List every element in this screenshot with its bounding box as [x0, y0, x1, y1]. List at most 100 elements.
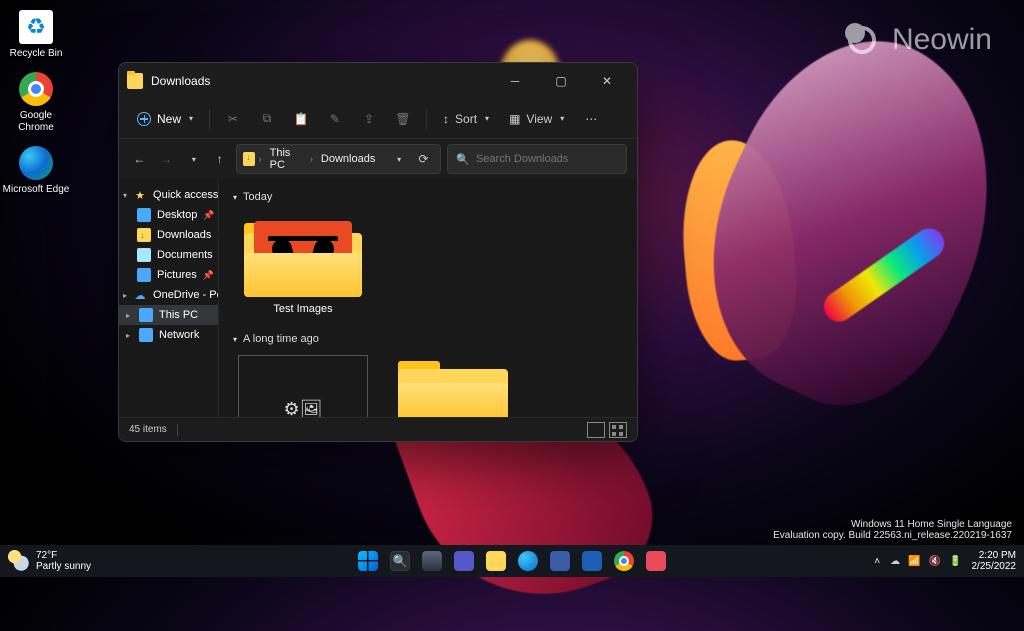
chevron-down-icon: ▾ — [123, 191, 127, 200]
sidebar-quick-access[interactable]: ▾ ★ Quick access — [119, 185, 218, 205]
sidebar-this-pc[interactable]: ▸This PC — [119, 305, 218, 325]
chevron-down-icon: ▾ — [233, 335, 237, 344]
chat-button[interactable] — [450, 547, 478, 575]
file-item[interactable]: ⚙🖼 — [233, 355, 373, 417]
copy-button[interactable]: ⧉ — [252, 104, 282, 134]
weather-widget[interactable]: 72°F Partly sunny — [8, 550, 91, 572]
chevron-down-icon: ▾ — [189, 114, 193, 123]
task-view-button[interactable] — [418, 547, 446, 575]
forward-button[interactable]: → — [156, 146, 177, 172]
plus-icon — [137, 112, 151, 126]
edge-button[interactable] — [514, 547, 542, 575]
build-line: Windows 11 Home Single Language — [773, 519, 1012, 530]
breadcrumb[interactable]: Downloads — [317, 151, 379, 167]
sort-label: Sort — [455, 112, 477, 126]
store-icon — [582, 551, 602, 571]
new-button[interactable]: New ▾ — [129, 108, 201, 130]
star-icon: ★ — [133, 188, 147, 202]
file-name: Test Images — [233, 303, 373, 315]
sidebar-label: Pictures — [157, 269, 197, 281]
desktop-icon-chrome[interactable]: Google Chrome — [0, 66, 72, 140]
desktop-icon-recycle-bin[interactable]: Recycle Bin — [0, 4, 72, 66]
tray-overflow[interactable]: ˄ — [874, 556, 880, 567]
desktop-icon-edge[interactable]: Microsoft Edge — [0, 140, 72, 202]
settings-button[interactable] — [546, 547, 574, 575]
file-item-test-images[interactable]: Test Images — [233, 213, 373, 315]
file-item[interactable] — [393, 355, 513, 417]
recent-button[interactable]: ▾ — [183, 146, 204, 172]
start-button[interactable] — [354, 547, 382, 575]
thumbnails-view-button[interactable] — [609, 422, 627, 438]
sidebar-label: Quick access — [153, 189, 218, 201]
refresh-button[interactable]: ⟳ — [413, 146, 434, 172]
sidebar-item-downloads[interactable]: Downloads📌 — [119, 225, 218, 245]
downloads-icon — [243, 152, 255, 166]
clock[interactable]: 2:20 PM 2/25/2022 — [972, 550, 1017, 572]
search-button[interactable]: 🔍 — [386, 547, 414, 575]
sidebar-onedrive[interactable]: ▸☁OneDrive - Personal — [119, 285, 218, 305]
sidebar-item-pictures[interactable]: Pictures📌 — [119, 265, 218, 285]
close-button[interactable]: ✕ — [585, 65, 629, 97]
file-explorer-window: Downloads ─ ▢ ✕ New ▾ ✂ ⧉ 📋 ✎ ⇪ 🗑 ↕ Sort… — [118, 62, 638, 442]
windows-icon — [358, 551, 378, 571]
view-button[interactable]: ▦ View ▾ — [501, 108, 572, 130]
address-dropdown[interactable]: ▾ — [387, 146, 408, 172]
back-button[interactable]: ← — [129, 146, 150, 172]
chrome-button[interactable] — [610, 547, 638, 575]
rename-button[interactable]: ✎ — [320, 104, 350, 134]
share-button[interactable]: ⇪ — [354, 104, 384, 134]
group-header-long-ago[interactable]: ▾A long time ago — [233, 329, 623, 349]
sidebar-item-desktop[interactable]: Desktop 📌 — [119, 205, 218, 225]
search-icon: 🔍 — [456, 153, 470, 166]
maximize-button[interactable]: ▢ — [539, 65, 583, 97]
view-label: View — [526, 112, 552, 126]
more-button[interactable]: ⋯ — [576, 104, 606, 134]
store-button[interactable] — [578, 547, 606, 575]
navbar: ← → ▾ ↑ › This PC › Downloads ▾ ⟳ 🔍 — [119, 139, 637, 179]
downloads-icon — [137, 228, 151, 242]
sort-icon: ↕ — [443, 112, 449, 126]
address-bar[interactable]: › This PC › Downloads ▾ ⟳ — [236, 144, 441, 174]
chat-icon — [454, 551, 474, 571]
delete-button[interactable]: 🗑 — [388, 104, 418, 134]
sidebar-network[interactable]: ▸Network — [119, 325, 218, 345]
chrome-icon — [614, 551, 634, 571]
window-title: Downloads — [151, 74, 493, 88]
file-explorer-button[interactable] — [482, 547, 510, 575]
chevron-right-icon: › — [259, 154, 262, 164]
chevron-right-icon: ▸ — [123, 331, 133, 340]
onedrive-tray-icon[interactable]: ☁ — [890, 556, 900, 567]
neowin-text: Neowin — [892, 23, 992, 57]
paste-button[interactable]: 📋 — [286, 104, 316, 134]
documents-icon — [137, 248, 151, 262]
desktop-icon-label: Google Chrome — [2, 110, 70, 134]
file-list[interactable]: ▾Today Test Images — [219, 179, 637, 417]
snip-icon — [646, 551, 666, 571]
battery-tray-icon[interactable]: 🔋 — [949, 556, 961, 567]
volume-tray-icon[interactable]: 🔇 — [929, 556, 941, 567]
network-icon — [139, 328, 153, 342]
neowin-watermark: Neowin — [842, 20, 992, 60]
sidebar-item-documents[interactable]: Documents📌 — [119, 245, 218, 265]
desktop-icon-label: Recycle Bin — [2, 48, 70, 60]
minimize-button[interactable]: ─ — [493, 65, 537, 97]
taskbar-center: 🔍 — [354, 547, 670, 575]
chevron-down-icon: ▾ — [233, 193, 237, 202]
snipping-button[interactable] — [642, 547, 670, 575]
system-tray: ˄ ☁ 📶 🔇 🔋 2:20 PM 2/25/2022 — [874, 550, 1016, 572]
sort-button[interactable]: ↕ Sort ▾ — [435, 108, 497, 130]
breadcrumb[interactable]: This PC — [266, 145, 306, 173]
wifi-tray-icon[interactable]: 📶 — [908, 556, 920, 567]
separator — [426, 109, 427, 129]
search-input[interactable] — [476, 153, 618, 165]
weather-cond: Partly sunny — [36, 561, 91, 572]
new-label: New — [157, 112, 181, 126]
group-header-today[interactable]: ▾Today — [233, 187, 623, 207]
cut-button[interactable]: ✂ — [218, 104, 248, 134]
sidebar-label: Desktop — [157, 209, 197, 221]
details-view-button[interactable] — [587, 422, 605, 438]
up-button[interactable]: ↑ — [209, 146, 230, 172]
pin-icon: 📌 — [203, 210, 214, 221]
titlebar[interactable]: Downloads ─ ▢ ✕ — [119, 63, 637, 99]
search-box[interactable]: 🔍 — [447, 144, 627, 174]
